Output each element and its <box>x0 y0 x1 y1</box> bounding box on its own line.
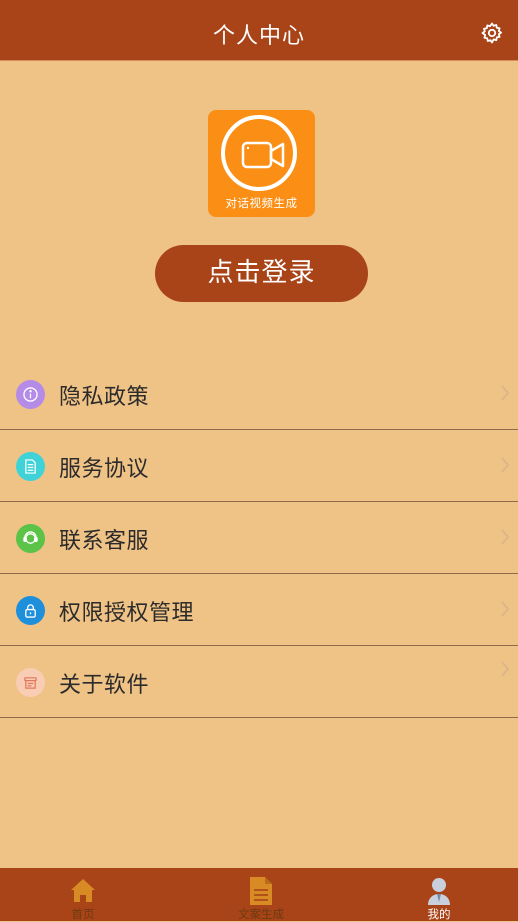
chevron-right-icon <box>501 661 510 677</box>
app-logo: 对话视频生成 <box>208 110 315 217</box>
tab-home[interactable]: 首页 <box>23 868 143 921</box>
menu-label: 隐私政策 <box>59 385 150 410</box>
gear-icon[interactable] <box>480 21 504 45</box>
lock-icon <box>16 596 45 625</box>
logo-ring <box>221 115 297 191</box>
menu-item-service-agreement[interactable]: 服务协议 <box>0 430 518 502</box>
settings-menu: 隐私政策 服务协议 联系客服 权限授权管理 关于软件 <box>0 358 518 718</box>
menu-label: 联系客服 <box>59 529 150 554</box>
document-icon <box>16 452 45 481</box>
info-icon <box>16 380 45 409</box>
menu-label: 服务协议 <box>59 457 150 482</box>
user-icon <box>428 878 450 905</box>
chevron-right-icon <box>501 385 510 401</box>
menu-item-privacy-policy[interactable]: 隐私政策 <box>0 358 518 430</box>
menu-label: 关于软件 <box>59 673 150 698</box>
home-icon <box>71 879 95 902</box>
chevron-right-icon <box>501 457 510 473</box>
menu-item-customer-service[interactable]: 联系客服 <box>0 502 518 574</box>
video-camera-icon <box>241 141 285 169</box>
tab-copywriting[interactable]: 文案生成 <box>201 868 321 921</box>
tab-label: 文案生成 <box>238 907 284 921</box>
tab-label: 首页 <box>71 907 95 921</box>
page-title: 个人中心 <box>212 24 305 49</box>
top-app-bar: 个人中心 <box>0 0 518 61</box>
logo-caption: 对话视频生成 <box>225 196 298 210</box>
header-divider <box>0 60 518 61</box>
file-icon <box>250 877 272 905</box>
tab-mine[interactable]: 我的 <box>379 868 499 921</box>
tab-label: 我的 <box>427 907 451 921</box>
login-button[interactable]: 点击登录 <box>155 245 368 302</box>
headset-icon <box>16 524 45 553</box>
menu-item-permission-management[interactable]: 权限授权管理 <box>0 574 518 646</box>
menu-item-about-software[interactable]: 关于软件 <box>0 646 518 718</box>
chevron-right-icon <box>501 601 510 617</box>
menu-label: 权限授权管理 <box>59 601 195 626</box>
chevron-right-icon <box>501 529 510 545</box>
bottom-tab-bar: 首页 文案生成 我的 <box>0 868 518 921</box>
box-icon <box>16 668 45 697</box>
